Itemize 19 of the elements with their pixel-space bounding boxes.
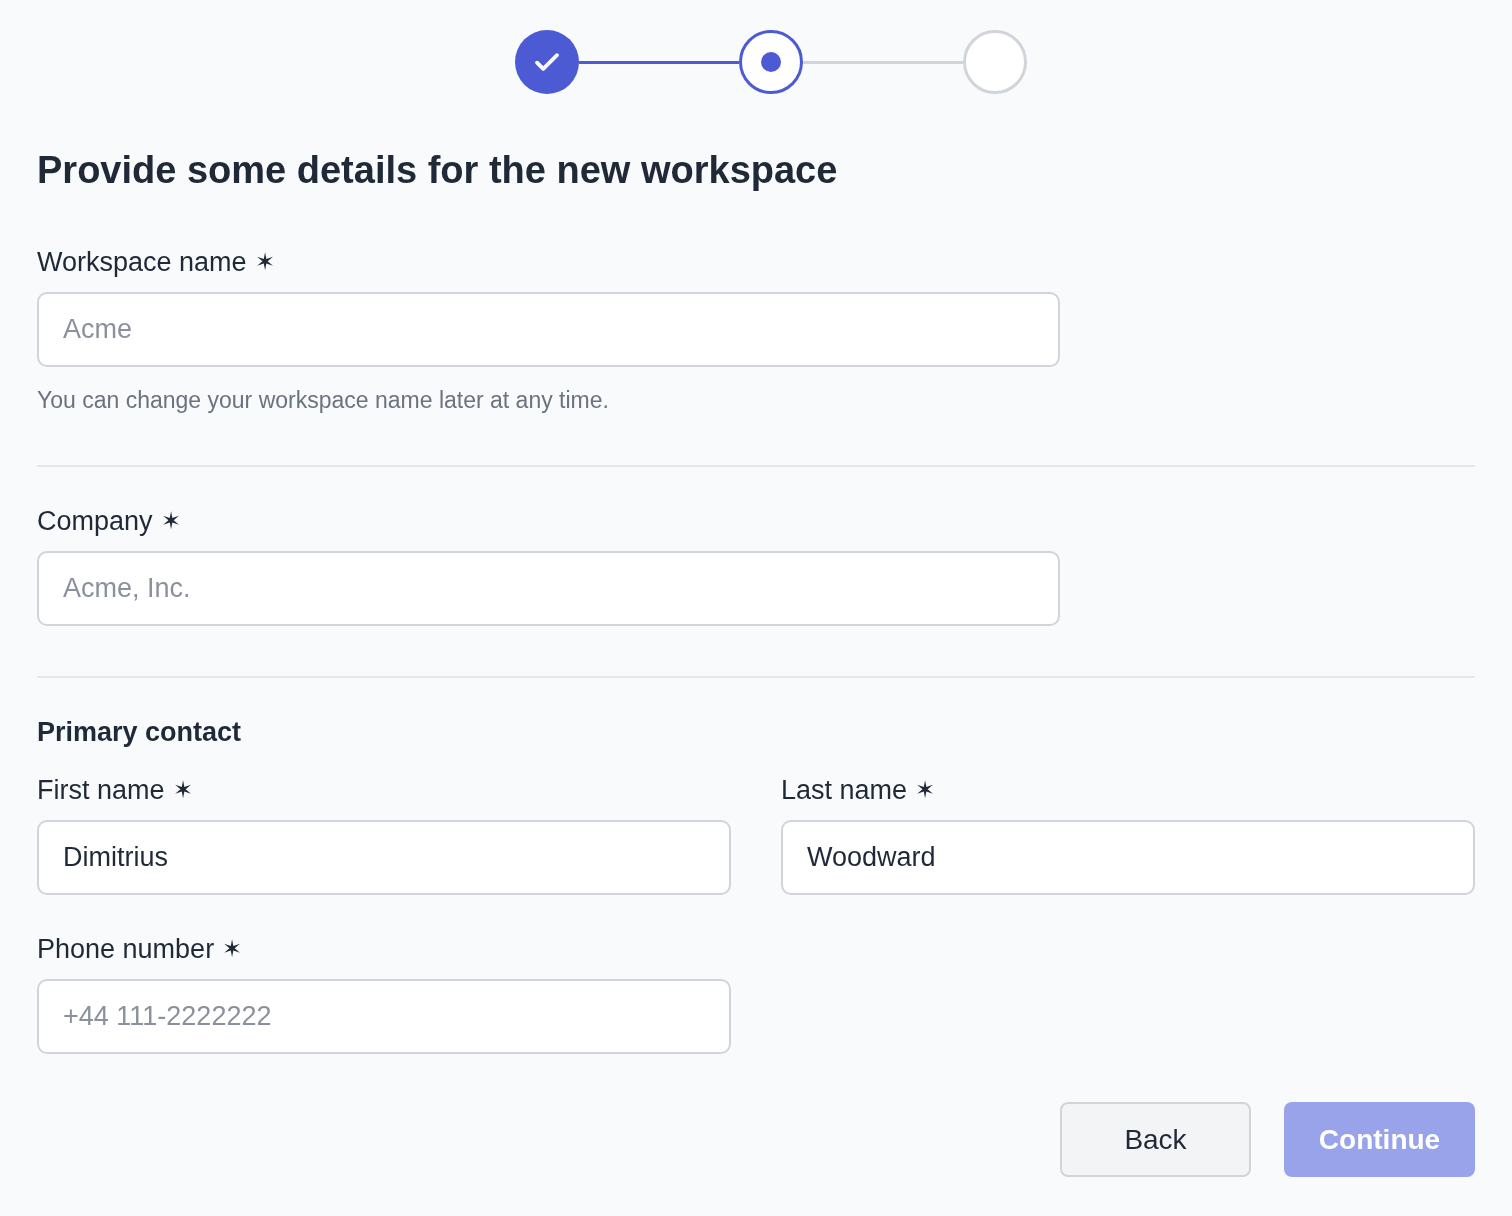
back-button[interactable]: Back: [1060, 1102, 1251, 1177]
page-title: Provide some details for the new workspace: [37, 148, 839, 193]
field-label: Company: [37, 505, 153, 538]
helper-text: You can change your workspace name later at any time.: [37, 386, 610, 415]
required-mark: ✶: [254, 247, 275, 277]
text-input-field[interactable]: Acme: [37, 292, 1060, 367]
required-mark: ✶: [160, 506, 181, 536]
text-input-field[interactable]: Acme, Inc.: [37, 551, 1060, 626]
field-label: Last name: [781, 774, 908, 807]
text-input-field[interactable]: Woodward: [781, 820, 1475, 895]
text-input-field[interactable]: Dimitrius: [37, 820, 731, 895]
field-label: First name: [37, 774, 165, 807]
text-input-field[interactable]: +44 111-2222222: [37, 979, 731, 1054]
section-heading: Primary contact: [37, 716, 243, 749]
required-mark: ✶: [172, 775, 193, 805]
field-label: Phone number: [37, 933, 215, 966]
field-label: Workspace name: [37, 246, 247, 279]
required-mark: ✶: [222, 934, 243, 964]
required-mark: ✶: [915, 775, 936, 805]
